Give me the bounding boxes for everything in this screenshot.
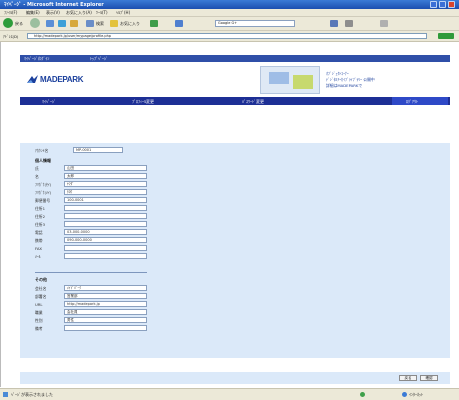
page-loaded-icon [3, 392, 8, 397]
other-field-label: 部署名 [35, 294, 47, 299]
banner-line-3: 詳細はMADEPARKで [326, 83, 363, 88]
url-input[interactable]: http://madepark.jp/user/mypage/profile.p… [27, 33, 427, 39]
field-input[interactable]: 090-000-0000 [64, 237, 147, 243]
field-label: ﾌﾘｶﾞﾅ(ｾｲ) [35, 182, 52, 187]
refresh-icon[interactable] [58, 20, 66, 27]
form-footer: 戻る 確認 [20, 372, 450, 384]
field-input[interactable] [64, 205, 147, 211]
menu-view[interactable]: 表示(V) [46, 10, 60, 16]
section-other-title: その他 [35, 277, 47, 282]
mail-icon[interactable] [175, 20, 183, 27]
field-label: FAX [35, 246, 43, 251]
address-label: ｱﾄﾞﾚｽ(D) [3, 34, 19, 39]
other-field-label: 職業 [35, 310, 43, 315]
mypage-login-link[interactable]: ﾏｲﾍﾟｰｼﾞ/ﾛｸﾞｲﾝ [24, 56, 49, 62]
address-bar: ｱﾄﾞﾚｽ(D) http://madepark.jp/user/mypage/… [0, 31, 459, 42]
field-input[interactable]: 100-0001 [64, 197, 147, 203]
status-bar: ﾍﾟｰｼﾞが表示されました ｲﾝﾀｰﾈｯﾄ [0, 388, 459, 400]
search-icon[interactable] [86, 20, 94, 27]
search-label[interactable]: 検索 [96, 21, 104, 27]
back-button[interactable]: 戻る [399, 375, 417, 381]
other-field-input[interactable]: 営業部 [64, 293, 147, 299]
back-label[interactable]: 戻る [15, 21, 23, 27]
field-label: ﾒｰﾙ [35, 254, 41, 259]
other-field-label: 会社名 [35, 286, 47, 291]
nav-logout[interactable]: ﾛｸﾞｱｳﾄ [406, 99, 418, 105]
favorites-label[interactable]: お気に入り [120, 21, 140, 27]
menu-bar: ﾌｧｲﾙ(F) 編集(E) 表示(V) お気に入り(A) ﾂｰﾙ(T) ﾍﾙﾌﾟ… [0, 9, 459, 17]
field-label: 氏 [35, 166, 39, 171]
field-input[interactable] [64, 253, 147, 259]
field-label: ﾌﾘｶﾞﾅ(ﾒｲ) [35, 190, 52, 195]
field-label: 住所2 [35, 214, 46, 219]
account-field[interactable]: MP-0001 [73, 147, 123, 153]
logo-mark-icon [27, 75, 38, 83]
home-icon[interactable] [70, 20, 78, 27]
other-field-input[interactable] [64, 325, 147, 331]
section-divider [35, 272, 147, 273]
back-arrow-icon[interactable] [3, 18, 13, 28]
menu-favorites[interactable]: お気に入り(A) [66, 10, 92, 16]
account-label: ｱｶｳﾝﾄ名 [35, 148, 49, 153]
banner-box-shape [293, 75, 313, 89]
internet-zone-icon [402, 392, 407, 397]
field-input[interactable]: 03-000-0000 [64, 229, 147, 235]
menu-help[interactable]: ﾍﾙﾌﾟ(H) [116, 10, 130, 16]
submit-button[interactable]: 確認 [420, 375, 438, 381]
nav-logout-tab[interactable]: ﾛｸﾞｱｳﾄ [392, 97, 448, 105]
stop-icon[interactable] [46, 20, 54, 27]
logo-text: MADEPARK [40, 75, 84, 84]
other-field-label: 備考 [35, 326, 43, 331]
google-search-input[interactable]: Google G+ [215, 20, 295, 27]
field-label: 携帯 [35, 238, 43, 243]
top-link-strip: ﾏｲﾍﾟｰｼﾞ/ﾛｸﾞｲﾝ ﾄｯﾌﾟﾍﾟｰｼﾞ [20, 55, 450, 62]
field-input[interactable] [64, 213, 147, 219]
promo-banner[interactable]: ｵﾌﾞｼﾞｪｸﾄｺｰﾅｰ ﾃﾞｼﾞﾀﾙｱｰｶｲﾌﾞﾗｲﾌﾞﾗﾘｰ 公開中 詳細は… [260, 66, 450, 94]
field-input[interactable] [64, 221, 147, 227]
forward-arrow-icon[interactable] [30, 18, 40, 28]
field-input[interactable]: ﾀﾛｳ [64, 189, 147, 195]
nav-profile[interactable]: ﾌﾟﾛﾌｨｰﾙ変更 [132, 99, 154, 105]
toolbar-extra-icon[interactable] [330, 20, 338, 27]
nav-password[interactable]: ﾊﾟｽﾜｰﾄﾞ変更 [242, 99, 264, 105]
field-input[interactable]: ﾔﾏﾀﾞ [64, 181, 147, 187]
security-icon [360, 392, 365, 397]
field-input[interactable]: 太郎 [64, 173, 147, 179]
field-label: 電話 [35, 230, 43, 235]
field-label: 名 [35, 174, 39, 179]
title-bar: ﾏｲﾍﾟｰｼﾞ - Microsoft Internet Explorer [0, 0, 459, 9]
maximize-button[interactable] [439, 1, 446, 8]
close-button[interactable] [448, 1, 455, 8]
other-field-label: URL [35, 302, 43, 307]
banner-image [260, 66, 320, 94]
minimize-button[interactable] [430, 1, 437, 8]
toolbar: 戻る 検索 お気に入り Google G+ [0, 17, 459, 31]
go-button[interactable] [438, 33, 454, 39]
top-page-link[interactable]: ﾄｯﾌﾟﾍﾟｰｼﾞ [90, 56, 108, 62]
other-field-label: 性別 [35, 318, 43, 323]
other-field-input[interactable]: ﾒｲﾄﾞﾊﾟｰｸ [64, 285, 147, 291]
field-label: 郵便番号 [35, 198, 51, 203]
other-field-input[interactable]: http://madepark.jp [64, 301, 147, 307]
nav-mypage[interactable]: ﾏｲﾍﾟｰｼﾞ [42, 99, 56, 105]
field-input[interactable] [64, 245, 147, 251]
field-input[interactable]: 山田 [64, 165, 147, 171]
toolbar-settings-icon[interactable] [345, 20, 353, 27]
other-field-input[interactable]: 会社員 [64, 309, 147, 315]
main-nav: ﾏｲﾍﾟｰｼﾞ ﾌﾟﾛﾌｨｰﾙ変更 ﾊﾟｽﾜｰﾄﾞ変更 ﾛｸﾞｱｳﾄ [20, 97, 450, 105]
field-label: 住所3 [35, 222, 46, 227]
section-basic-title: 個人情報 [35, 158, 51, 163]
history-icon[interactable] [150, 20, 158, 27]
favorites-star-icon[interactable] [110, 20, 118, 27]
field-label: 住所1 [35, 206, 46, 211]
banner-screen-shape [269, 72, 289, 84]
other-field-input[interactable]: 男性 [64, 317, 147, 323]
zone-text: ｲﾝﾀｰﾈｯﾄ [409, 392, 423, 397]
menu-edit[interactable]: 編集(E) [26, 10, 40, 16]
menu-file[interactable]: ﾌｧｲﾙ(F) [4, 10, 17, 16]
window-title: ﾏｲﾍﾟｰｼﾞ - Microsoft Internet Explorer [4, 2, 104, 8]
toolbar-options-icon[interactable] [380, 20, 388, 27]
status-text: ﾍﾟｰｼﾞが表示されました [11, 392, 53, 397]
menu-tools[interactable]: ﾂｰﾙ(T) [96, 10, 108, 16]
